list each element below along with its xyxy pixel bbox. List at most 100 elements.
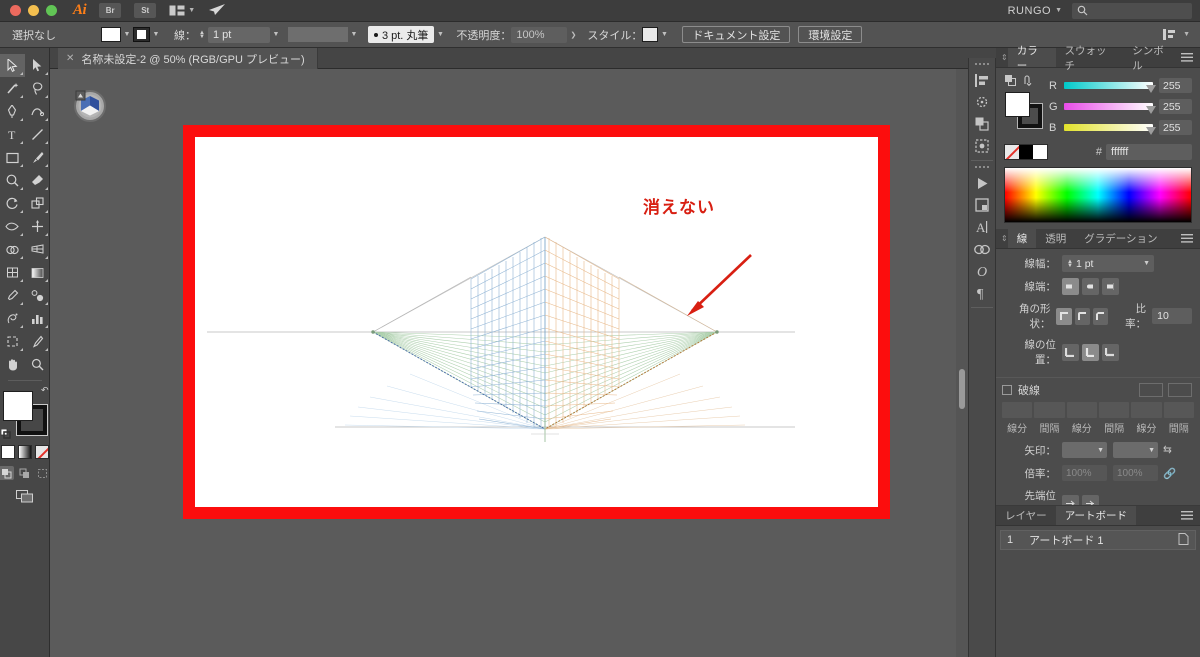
search-input[interactable] (1072, 2, 1192, 19)
align-panel-icon[interactable] (970, 69, 994, 91)
minimize-window-button[interactable] (28, 5, 39, 16)
eyedropper-tool[interactable] (0, 284, 25, 307)
arrange-documents-button[interactable]: ▼ (169, 5, 195, 16)
slider-thumb-b[interactable] (1146, 127, 1156, 135)
stroke-weight-chevron-down-icon[interactable]: ▼ (270, 31, 282, 38)
dock-grip-handle[interactable] (975, 61, 989, 67)
color-fill-swatch[interactable] (1005, 92, 1030, 117)
appearance-panel-icon[interactable]: O (970, 260, 994, 282)
color-mode-none-button[interactable] (34, 445, 49, 459)
width-profile-chevron-down-icon[interactable]: ▼ (348, 31, 360, 38)
maximize-window-button[interactable] (46, 5, 57, 16)
tab-swatches[interactable]: スウォッチ (1056, 45, 1124, 72)
hex-input[interactable]: ffffff (1106, 144, 1192, 160)
image-trace-panel-icon[interactable] (970, 135, 994, 157)
artboard-tool[interactable] (0, 330, 25, 353)
variable-width-profile-select[interactable] (287, 27, 348, 42)
opacity-options-icon[interactable]: ❯ (567, 31, 579, 39)
dashed-line-checkbox[interactable] (1002, 385, 1012, 395)
scrollbar-thumb[interactable] (959, 369, 965, 409)
tab-layers[interactable]: レイヤー (996, 506, 1056, 525)
stroke-weight-select[interactable]: ▲ ▼ 1 pt ▼ (1062, 255, 1154, 272)
channel-value-r[interactable]: 255 (1159, 78, 1192, 93)
shape-builder-tool[interactable] (0, 238, 25, 261)
arrow-scale-input-start[interactable]: 100% (1062, 465, 1107, 481)
slider-track-g[interactable] (1064, 103, 1156, 114)
graphic-style-swatch[interactable] (642, 27, 659, 42)
arrowhead-start-select[interactable]: ▼ (1062, 442, 1107, 458)
color-panel-menu-icon[interactable] (1181, 48, 1200, 67)
lasso-tool[interactable] (25, 77, 50, 100)
gap-input-2[interactable] (1098, 402, 1130, 418)
scale-tool[interactable] (25, 192, 50, 215)
stock-button[interactable]: St (134, 3, 157, 18)
links-panel-icon[interactable] (970, 238, 994, 260)
tab-transparency[interactable]: 透明 (1036, 229, 1075, 248)
blend-tool[interactable] (25, 284, 50, 307)
slider-thumb-r[interactable] (1146, 85, 1156, 93)
color-spectrum-picker[interactable] (1004, 167, 1192, 223)
tab-stroke[interactable]: 線 (1007, 229, 1037, 248)
cap-round-button[interactable] (1082, 278, 1099, 295)
tab-symbols[interactable]: シンボル (1123, 45, 1181, 72)
channel-value-b[interactable]: 255 (1159, 120, 1192, 135)
swap-arrowheads-icon[interactable]: ⇆ (1163, 444, 1172, 456)
artboard[interactable]: 消えない (183, 125, 890, 519)
align-outside-button[interactable] (1102, 343, 1119, 361)
line-segment-tool[interactable] (25, 123, 50, 146)
swap-fill-stroke-icon[interactable] (1023, 75, 1034, 86)
slice-tool[interactable] (25, 330, 50, 353)
stroke-weight-stepper[interactable]: ▲ ▼ (199, 30, 205, 40)
draw-normal-button[interactable] (0, 466, 14, 480)
white-swatch-button[interactable] (1033, 145, 1047, 159)
bridge-button[interactable]: Br (99, 3, 122, 18)
miter-ratio-input[interactable]: 10 (1152, 308, 1192, 324)
paragraph-panel-icon[interactable]: ¶ (970, 282, 994, 304)
dock-grip-handle-2[interactable] (975, 164, 989, 170)
free-transform-tool[interactable] (25, 215, 50, 238)
artboard-icon[interactable] (1178, 532, 1189, 548)
artboard-name[interactable]: アートボード 1 (1029, 532, 1104, 548)
window-controls[interactable] (0, 5, 57, 16)
width-tool[interactable] (0, 215, 25, 238)
gap-input-3[interactable] (1163, 402, 1194, 418)
type-tool[interactable]: T (0, 123, 25, 146)
close-window-button[interactable] (10, 5, 21, 16)
transform-panel-icon[interactable] (970, 91, 994, 113)
brush-definition-select[interactable]: 3 pt. 丸筆 (367, 26, 435, 43)
gradient-tool[interactable] (25, 261, 50, 284)
perspective-plane-switching-widget[interactable] (72, 88, 108, 124)
rotate-tool[interactable] (0, 192, 25, 215)
fill-color-indicator[interactable] (2, 391, 33, 421)
dash-align-corners-button[interactable] (1168, 383, 1192, 397)
align-inside-button[interactable] (1082, 343, 1099, 361)
canvas-area[interactable]: 消えない (50, 69, 968, 657)
artboard-list-item[interactable]: 1 アートボード 1 (1000, 530, 1196, 550)
stroke-chevron-down-icon[interactable]: ▼ (150, 31, 162, 38)
dash-input-1[interactable] (1002, 402, 1033, 418)
stroke-weight-input[interactable]: 1 pt (207, 26, 270, 43)
cap-butt-button[interactable] (1062, 278, 1079, 295)
dash-input-2[interactable] (1066, 402, 1097, 418)
selection-tool[interactable] (0, 54, 25, 77)
none-swatch-button[interactable] (1005, 145, 1019, 159)
dash-input-3[interactable] (1131, 402, 1162, 418)
libraries-panel-icon[interactable] (970, 172, 994, 194)
change-screen-mode-button[interactable] (15, 490, 34, 506)
hand-tool[interactable] (0, 353, 25, 376)
artboards-panel-icon[interactable] (970, 194, 994, 216)
align-chevron-down-icon[interactable]: ▼ (1183, 31, 1190, 38)
pen-tool[interactable] (0, 100, 25, 123)
channel-value-g[interactable]: 255 (1159, 99, 1192, 114)
brush-chevron-down-icon[interactable]: ▼ (434, 31, 446, 38)
layers-panel-menu-icon[interactable] (1181, 506, 1200, 525)
eraser-tool[interactable] (25, 169, 50, 192)
character-panel-icon[interactable]: A (970, 216, 994, 238)
close-icon[interactable]: ✕ (66, 53, 74, 64)
weight-chevron-down-icon[interactable]: ▼ (1143, 260, 1150, 267)
shaper-tool[interactable] (0, 169, 25, 192)
behance-button[interactable] (209, 3, 226, 19)
zoom-tool[interactable] (25, 353, 50, 376)
direct-selection-tool[interactable] (25, 54, 50, 77)
stroke-color-swatch[interactable] (133, 27, 150, 42)
